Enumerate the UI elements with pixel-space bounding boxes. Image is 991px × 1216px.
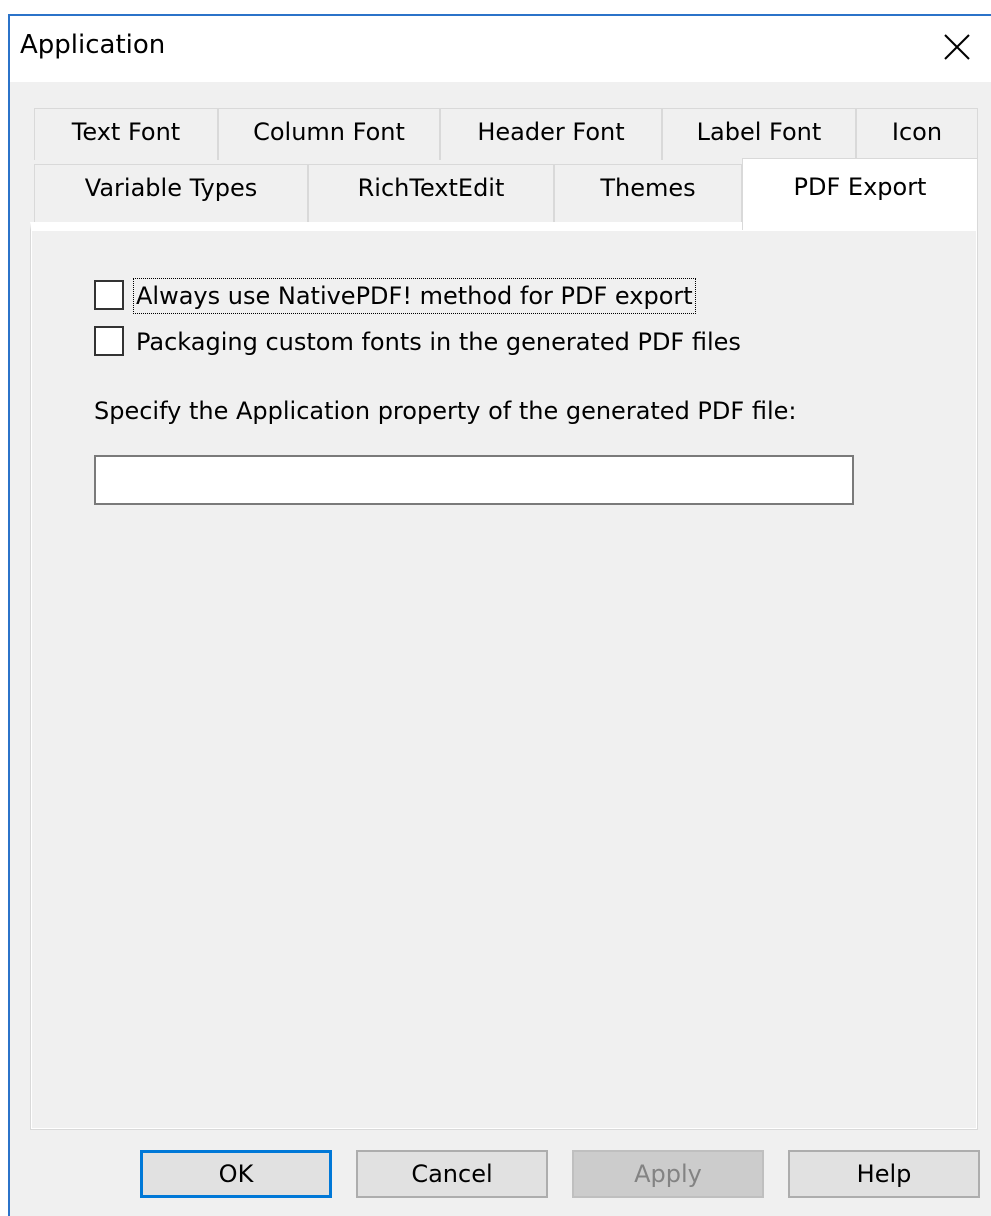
help-button[interactable]: Help <box>788 1150 980 1198</box>
tab-column-font[interactable]: Column Font <box>218 108 440 160</box>
tab-panel-pdf-export <box>30 222 978 1130</box>
app-property-label: Specify the Application property of the … <box>94 397 797 425</box>
native-pdf-label[interactable]: Always use NativePDF! method for PDF exp… <box>133 278 696 314</box>
screen: Application Text Font Column Font Header… <box>0 0 991 1216</box>
cancel-button[interactable]: Cancel <box>356 1150 548 1198</box>
title-bar: Application <box>10 16 991 82</box>
close-icon <box>944 34 970 60</box>
tab-header-font[interactable]: Header Font <box>440 108 662 160</box>
tab-icon[interactable]: Icon <box>856 108 978 160</box>
ok-button[interactable]: OK <box>140 1150 332 1198</box>
window-title: Application <box>20 30 166 60</box>
package-fonts-label[interactable]: Packaging custom fonts in the generated … <box>136 327 741 357</box>
panel-body <box>31 230 977 1129</box>
tab-label-font[interactable]: Label Font <box>662 108 856 160</box>
apply-button[interactable]: Apply <box>572 1150 764 1198</box>
close-button[interactable] <box>925 16 991 82</box>
tab-richtextedit[interactable]: RichTextEdit <box>308 164 554 222</box>
tab-themes[interactable]: Themes <box>554 164 742 222</box>
native-pdf-checkbox[interactable] <box>94 280 124 310</box>
application-dialog: Application Text Font Column Font Header… <box>8 14 991 1216</box>
tab-variable-types[interactable]: Variable Types <box>34 164 308 222</box>
package-fonts-checkbox[interactable] <box>94 326 124 356</box>
tab-text-font[interactable]: Text Font <box>34 108 218 160</box>
tab-pdf-export[interactable]: PDF Export <box>742 158 978 230</box>
app-property-input[interactable] <box>94 455 854 505</box>
background <box>0 0 991 14</box>
